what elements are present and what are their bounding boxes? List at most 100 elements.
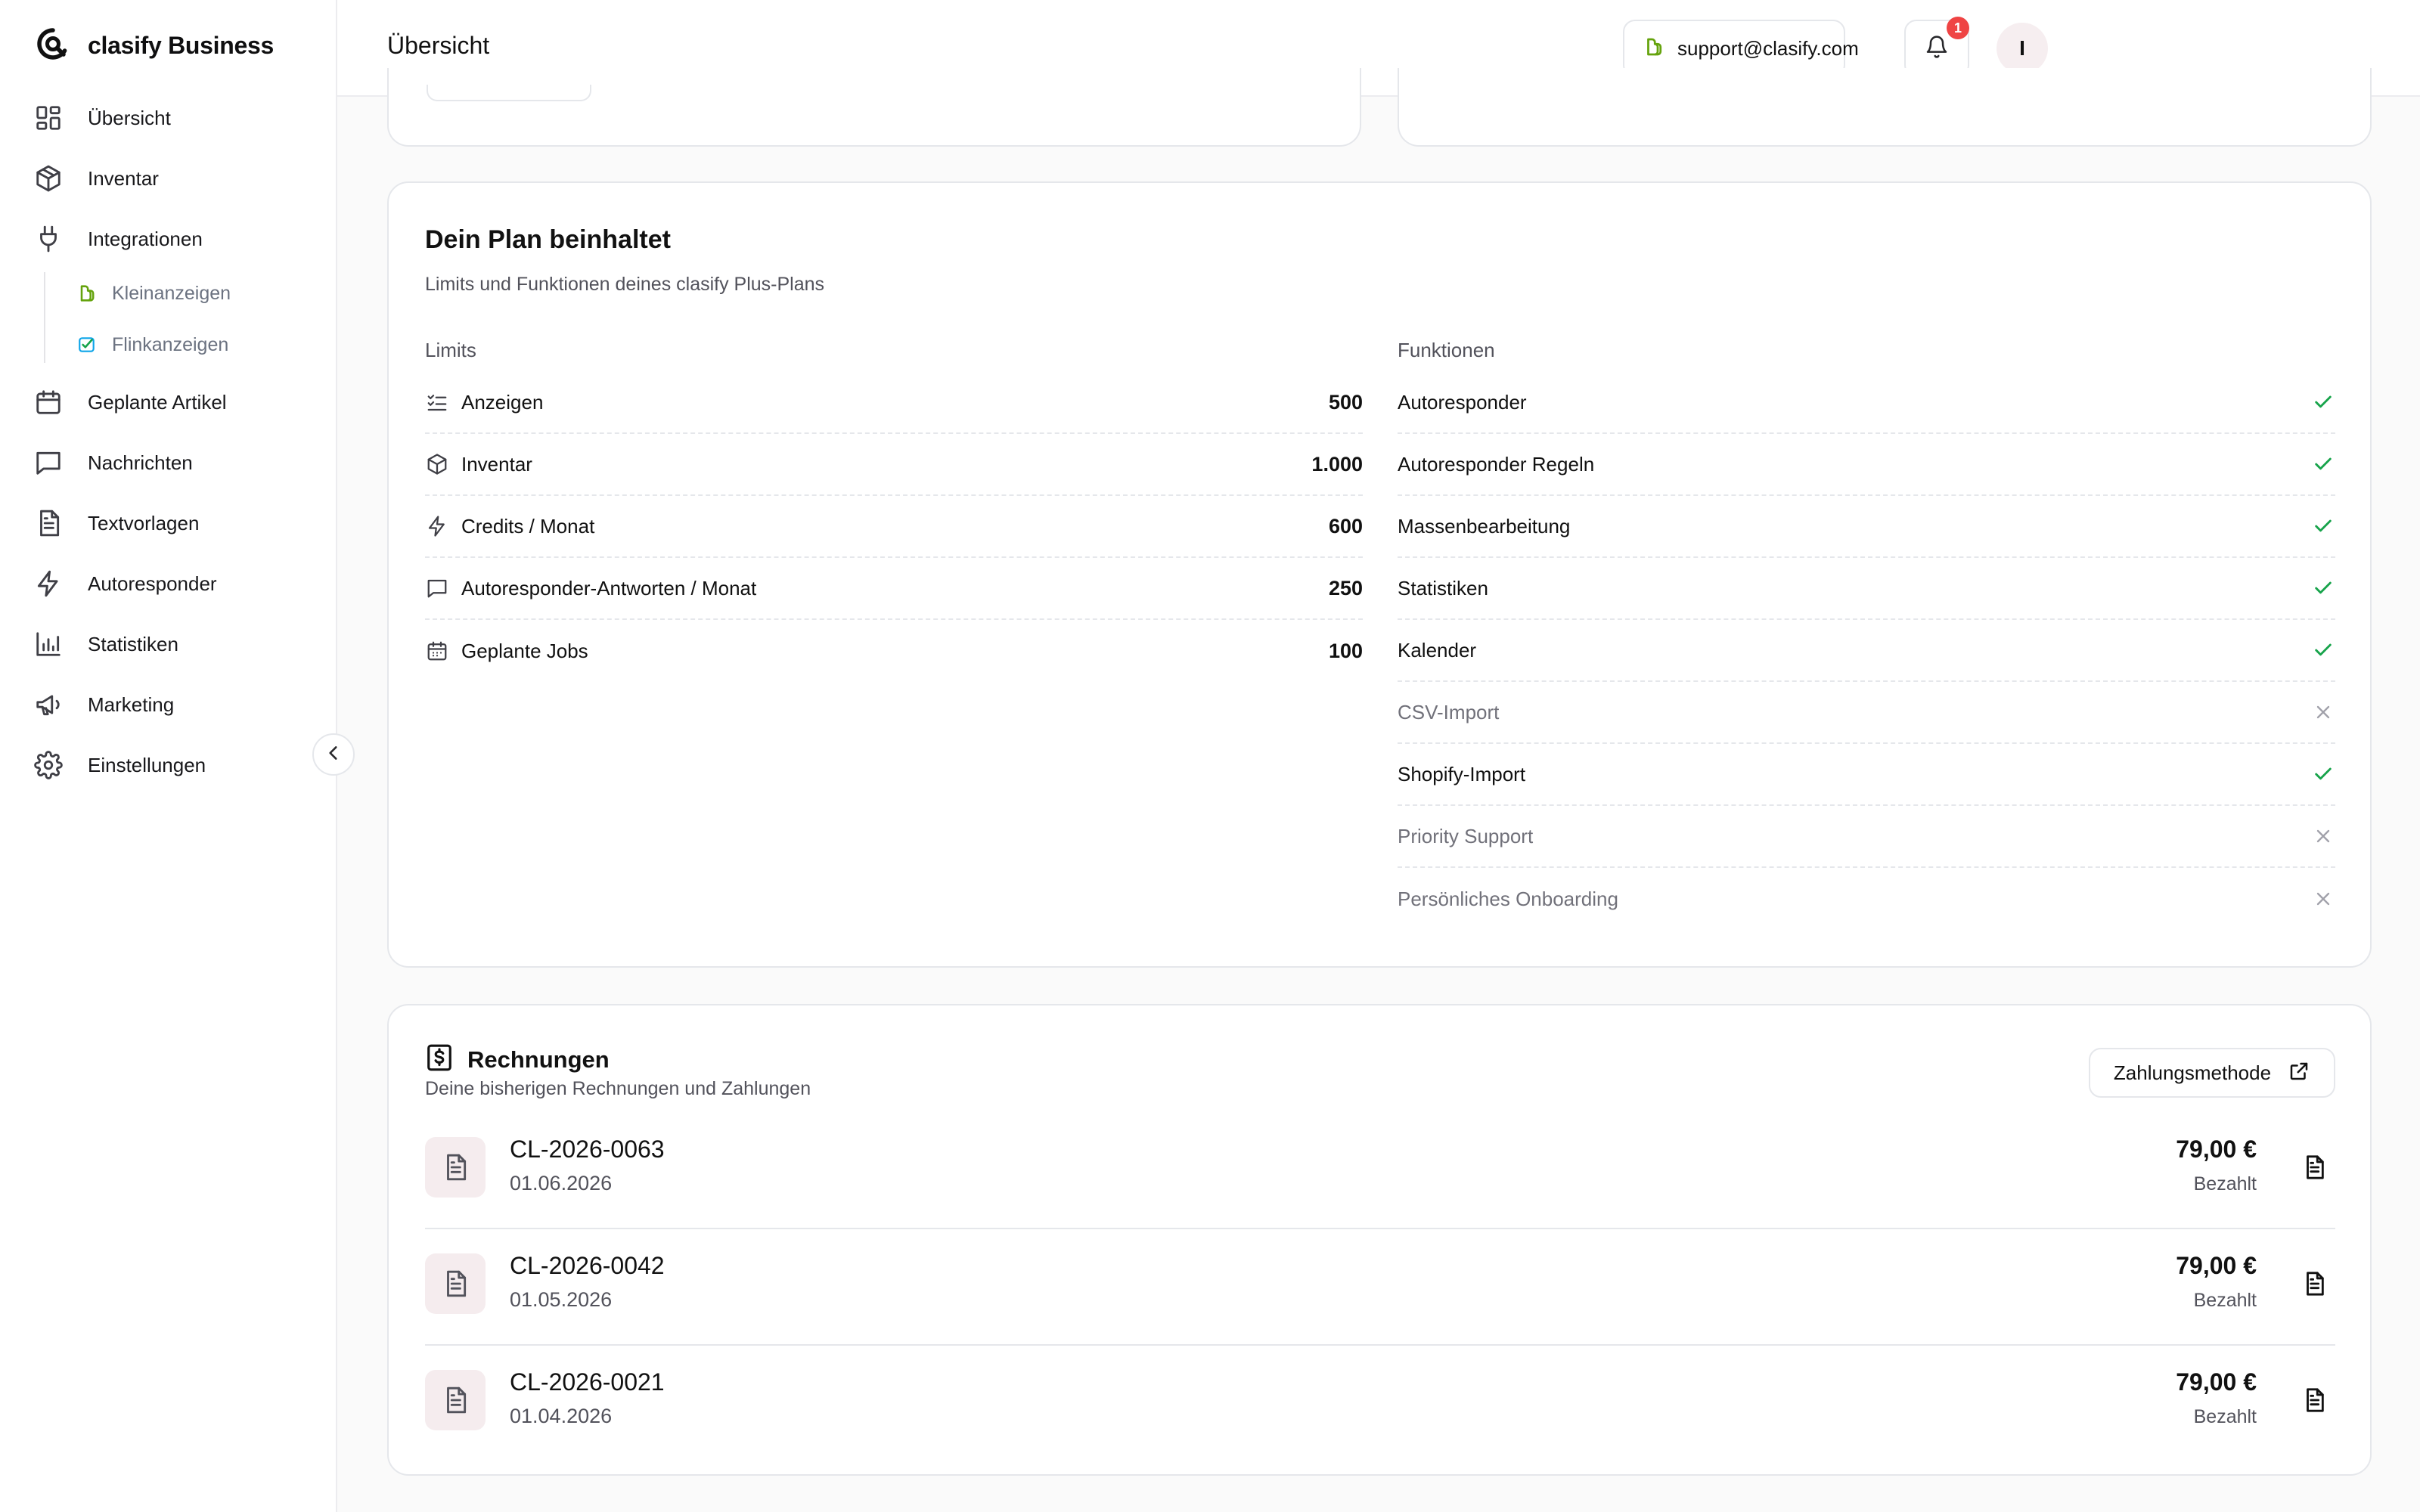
invoice-download-button[interactable] [2297,1152,2331,1185]
invoice-row[interactable]: CL-2026-0021 01.04.2026 79,00 € Bezahlt [425,1346,2335,1462]
sidebar-subitem-label: Flinkanzeigen [112,333,229,355]
limit-row: Geplante Jobs 100 [425,620,1363,682]
limit-row: Autoresponder-Antworten / Monat 250 [425,558,1363,620]
lightning-icon [33,569,64,599]
check-icon [2311,762,2335,786]
sidebar-item-einstellungen[interactable]: Einstellungen [33,747,206,783]
avatar[interactable]: I [1996,23,2048,74]
invoice-file-icon [425,1253,486,1314]
feature-name: Massenbearbeitung [1398,514,1571,538]
invoice-download-button[interactable] [2297,1385,2331,1418]
document-icon [33,508,64,538]
limit-name: Anzeigen [461,390,544,414]
feature-name: Statistiken [1398,576,1488,600]
invoice-amount: 79,00 € [2176,1136,2257,1163]
sidebar-item-label: Integrationen [88,227,203,250]
limit-value: 500 [1328,390,1363,414]
list-check-icon [425,390,449,414]
feature-row: Massenbearbeitung [1398,496,2335,558]
limit-name: Geplante Jobs [461,639,588,662]
clasify-logo-icon [35,26,71,66]
feature-name: CSV-Import [1398,700,1500,723]
invoice-dollar-icon [425,1043,454,1076]
sidebar-item-uebersicht[interactable]: Übersicht [33,100,171,136]
x-icon [2311,824,2335,848]
invoice-status: Bezahlt [2193,1290,2257,1311]
page-title: Übersicht [387,32,490,59]
feature-row: CSV-Import [1398,682,2335,744]
sidebar-item-geplante-artikel[interactable]: Geplante Artikel [33,384,227,420]
limit-name: Autoresponder-Antworten / Monat [461,576,757,600]
limit-value: 250 [1328,576,1363,600]
brand-name: clasify Business [88,32,274,59]
feature-row: Autoresponder [1398,372,2335,434]
brand[interactable]: clasify Business [35,26,274,66]
feature-name: Priority Support [1398,824,1534,847]
invoices-subtitle: Deine bisherigen Rechnungen und Zahlunge… [425,1078,811,1099]
invoice-file-icon [425,1137,486,1198]
sidebar-item-statistiken[interactable]: Statistiken [33,626,178,662]
lightning-icon [425,514,449,538]
sidebar-item-nachrichten[interactable]: Nachrichten [33,445,193,481]
sidebar-item-label: Textvorlagen [88,511,200,534]
feature-name: Persönliches Onboarding [1398,887,1618,910]
gear-icon [33,750,64,780]
message-icon [33,448,64,478]
limit-row: Inventar 1.000 [425,434,1363,496]
x-icon [2311,700,2335,724]
invoice-number: CL-2026-0063 [510,1136,665,1163]
file-text-icon [2301,1271,2327,1300]
invoice-status: Bezahlt [2193,1406,2257,1427]
limit-row: Credits / Monat 600 [425,496,1363,558]
sidebar-item-label: Geplante Artikel [88,390,227,414]
feature-row: Shopify-Import [1398,744,2335,806]
sidebar-item-marketing[interactable]: Marketing [33,686,174,723]
invoices-header: Rechnungen [425,1043,610,1076]
calendar-icon [33,387,64,417]
sidebar-item-integrationen[interactable]: Integrationen [33,221,203,257]
kleinanzeigen-logo-icon [76,282,98,305]
features-heading: Funktionen [1398,339,1495,361]
invoice-download-button[interactable] [2297,1269,2331,1302]
sidebar-item-textvorlagen[interactable]: Textvorlagen [33,505,199,541]
sidebar-item-label: Marketing [88,692,175,716]
package-icon [33,163,64,194]
limit-value: 100 [1328,639,1363,662]
sidebar-item-autoresponder[interactable]: Autoresponder [33,565,217,602]
calendar-icon [425,639,449,663]
invoice-status: Bezahlt [2193,1173,2257,1194]
payment-method-button[interactable]: Zahlungsmethode [2089,1048,2335,1098]
invoice-date: 01.04.2026 [510,1405,613,1427]
top-card-right [1398,68,2372,147]
flinkanzeigen-logo-icon [76,333,98,356]
invoice-file-icon [425,1370,486,1430]
invoice-amount: 79,00 € [2176,1368,2257,1396]
top-card-button-stub[interactable] [427,85,591,101]
sidebar-item-label: Nachrichten [88,451,193,474]
sidebar-item-label: Autoresponder [88,572,217,595]
limit-value: 1.000 [1311,452,1363,476]
invoice-row[interactable]: CL-2026-0063 01.06.2026 79,00 € Bezahlt [425,1113,2335,1229]
invoice-number: CL-2026-0021 [510,1368,665,1396]
payment-method-label: Zahlungsmethode [2113,1061,2272,1084]
sidebar-item-inventar[interactable]: Inventar [33,160,159,197]
sidebar-item-label: Inventar [88,166,159,190]
feature-row: Persönliches Onboarding [1398,868,2335,930]
message-icon [425,576,449,600]
sidebar-subitem-flinkanzeigen[interactable]: Flinkanzeigen [76,330,228,360]
limit-value: 600 [1328,514,1363,538]
megaphone-icon [33,689,64,720]
check-icon [2311,390,2335,414]
sidebar-collapse-button[interactable] [312,733,355,776]
file-text-icon [2301,1387,2327,1417]
feature-row: Autoresponder Regeln [1398,434,2335,496]
feature-row: Priority Support [1398,806,2335,868]
chevron-left-icon [324,743,343,767]
kleinanzeigen-logo-icon [1643,36,1665,62]
invoice-row[interactable]: CL-2026-0042 01.05.2026 79,00 € Bezahlt [425,1229,2335,1346]
invoice-amount: 79,00 € [2176,1252,2257,1279]
notification-badge: 1 [1947,17,1969,39]
sidebar-subitem-kleinanzeigen[interactable]: Kleinanzeigen [76,278,231,308]
plan-title: Dein Plan beinhaltet [425,225,671,254]
limit-name: Inventar [461,452,532,476]
